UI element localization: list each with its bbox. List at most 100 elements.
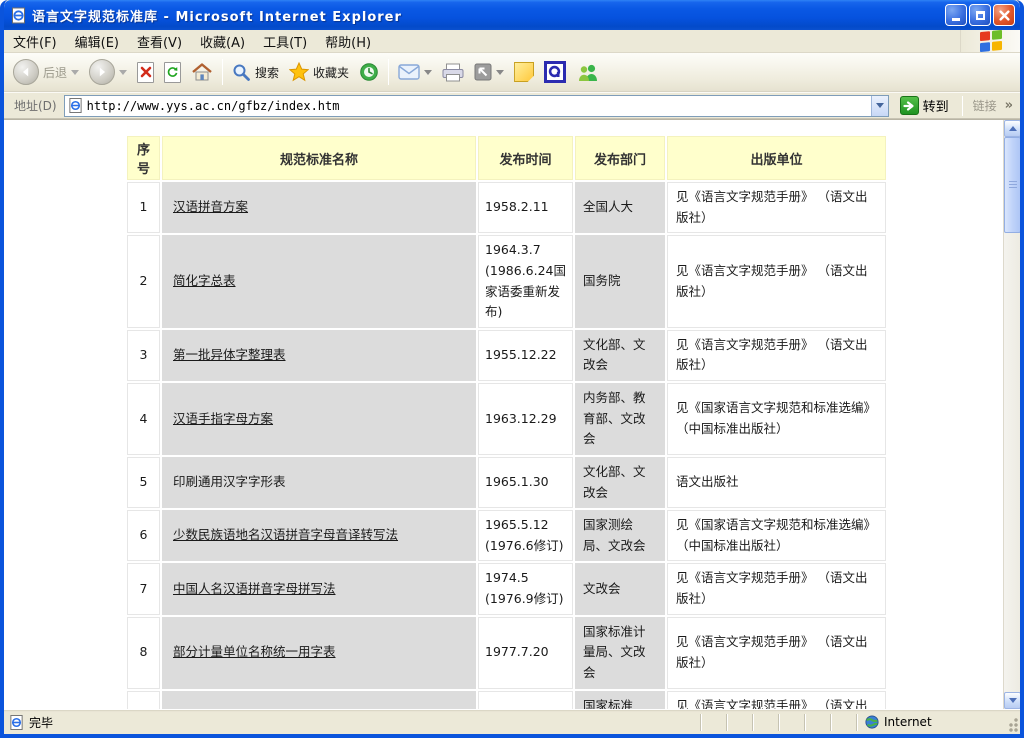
cell-dept: 国家标准计量局、文改会 — [575, 617, 665, 689]
cell-name: 印刷通用汉字字形表 — [162, 457, 476, 508]
cell-publisher: 见《语言文字规范手册》 （语文出版社） — [667, 182, 886, 233]
cell-date: 1982.8.17 — [478, 691, 573, 710]
page-favicon-icon — [68, 98, 83, 113]
cell-dept: 国家测绘局、文改会 — [575, 510, 665, 561]
vertical-scrollbar[interactable] — [1003, 120, 1020, 709]
standard-link[interactable]: 中国人名汉语拼音字母拼写法 — [173, 581, 336, 596]
links-label[interactable]: 链接 — [965, 97, 1005, 114]
web-page: 序号 规范标准名称 发布时间 发布部门 出版单位 1汉语拼音方案1958.2.1… — [4, 120, 1003, 709]
cell-name: 汉语拼音方案 — [162, 182, 476, 233]
cell-no: 8 — [127, 617, 160, 689]
minimize-button[interactable] — [945, 4, 967, 26]
standard-link[interactable]: 部分计量单位名称统一用字表 — [173, 644, 336, 659]
address-label: 地址(D) — [7, 97, 64, 114]
table-row: 9 汉语拼音字母名称读音 1982.8.17国家标准局、文改会见《语言文字规范手册》… — [127, 691, 886, 710]
cell-no: 9 — [127, 691, 160, 710]
history-button[interactable] — [354, 59, 384, 85]
table-row: 4汉语手指字母方案1963.12.29内务部、教育部、文改会见《国家语言文字规范… — [127, 383, 886, 455]
menu-favorites[interactable]: 收藏(A) — [191, 30, 254, 52]
cell-dept: 文改会 — [575, 563, 665, 614]
standard-link[interactable]: 少数民族语地名汉语拼音字母音译转写法 — [173, 527, 398, 542]
address-dropdown-button[interactable] — [871, 96, 888, 116]
history-icon — [359, 62, 379, 82]
cell-date: 1977.7.20 — [478, 617, 573, 689]
edit-button[interactable] — [469, 60, 509, 84]
header-date: 发布时间 — [478, 136, 573, 180]
search-icon — [232, 63, 251, 82]
standard-link[interactable]: 汉语拼音方案 — [173, 199, 248, 214]
cell-name: 汉语手指字母方案 — [162, 383, 476, 455]
cell-publisher: 见《语言文字规范手册》 （语文出版社） — [667, 691, 886, 710]
search-button[interactable]: 搜索 — [227, 60, 284, 85]
cell-date: 1964.3.7 (1986.6.24国家语委重新发布) — [478, 235, 573, 328]
scroll-down-button[interactable] — [1004, 692, 1020, 709]
stop-button[interactable] — [132, 59, 159, 86]
cell-dept: 内务部、教育部、文改会 — [575, 383, 665, 455]
cell-name: 部分计量单位名称统一用字表 — [162, 617, 476, 689]
refresh-button[interactable] — [159, 59, 186, 86]
standard-link[interactable]: 汉语手指字母方案 — [173, 411, 273, 426]
favorites-button[interactable]: 收藏夹 — [284, 59, 354, 85]
cell-date: 1955.12.22 — [478, 330, 573, 381]
close-button[interactable] — [993, 4, 1015, 26]
cell-dept: 国家标准局、文改会 — [575, 691, 665, 710]
standard-link[interactable]: 汉语拼音字母名称读音 — [173, 708, 298, 709]
mail-icon — [398, 64, 420, 80]
scroll-up-button[interactable] — [1004, 120, 1020, 137]
status-pane — [778, 714, 804, 731]
address-input[interactable]: http://www.yys.ac.cn/gfbz/index.htm — [64, 95, 889, 117]
notes-button[interactable] — [509, 59, 539, 85]
cell-name: 汉语拼音字母名称读音 — [162, 691, 476, 710]
standard-link[interactable]: 简化字总表 — [173, 273, 236, 288]
status-text: 完毕 — [29, 714, 53, 731]
sticky-note-icon — [514, 62, 534, 82]
cell-publisher: 见《语言文字规范手册》 （语文出版社） — [667, 617, 886, 689]
table-header-row: 序号 规范标准名称 发布时间 发布部门 出版单位 — [127, 136, 886, 180]
go-button[interactable]: 转到 — [894, 95, 955, 116]
scroll-down-icon — [1009, 698, 1017, 703]
forward-button[interactable] — [84, 56, 132, 88]
zone-text: Internet — [884, 715, 932, 729]
messenger-people-icon — [576, 63, 600, 82]
search-label: 搜索 — [255, 64, 279, 81]
minimize-icon — [952, 18, 960, 21]
menu-tools[interactable]: 工具(T) — [254, 30, 316, 52]
status-left: 完毕 — [4, 714, 700, 731]
status-page-icon — [9, 715, 24, 730]
windows-flag-icon — [980, 30, 1002, 52]
home-icon — [191, 63, 213, 81]
scroll-up-icon — [1009, 126, 1017, 131]
edit-window-icon — [474, 63, 492, 81]
security-zone-pane: Internet — [856, 714, 1006, 731]
cell-name: 少数民族语地名汉语拼音字母音译转写法 — [162, 510, 476, 561]
maximize-icon — [976, 11, 985, 20]
menu-edit[interactable]: 编辑(E) — [66, 30, 128, 52]
menu-help[interactable]: 帮助(H) — [316, 30, 380, 52]
table-row: 6少数民族语地名汉语拼音字母音译转写法1965.5.12 (1976.6修订)国… — [127, 510, 886, 561]
back-button[interactable]: 后退 — [8, 56, 84, 88]
links-separator — [962, 96, 963, 116]
messenger-button[interactable] — [571, 60, 605, 85]
windows-logo-box — [960, 30, 1020, 52]
home-button[interactable] — [186, 60, 218, 84]
standard-link[interactable]: 第一批异体字整理表 — [173, 347, 286, 362]
go-arrow-icon — [900, 96, 919, 115]
edit-dropdown-icon — [496, 70, 504, 75]
resize-grip[interactable] — [1006, 714, 1020, 734]
menu-view[interactable]: 查看(V) — [128, 30, 191, 52]
thumb-grip-icon — [1009, 181, 1017, 189]
maximize-button[interactable] — [969, 4, 991, 26]
q-tool-button[interactable] — [539, 58, 571, 86]
cell-dept: 国务院 — [575, 235, 665, 328]
cell-dept: 文化部、文改会 — [575, 457, 665, 508]
mail-button[interactable] — [393, 61, 437, 83]
header-dept: 发布部门 — [575, 136, 665, 180]
menu-file[interactable]: 文件(F) — [4, 30, 66, 52]
print-button[interactable] — [437, 60, 469, 85]
header-name: 规范标准名称 — [162, 136, 476, 180]
back-dropdown-icon — [71, 70, 79, 75]
scrollbar-thumb[interactable] — [1004, 137, 1020, 233]
cell-dept: 文化部、文改会 — [575, 330, 665, 381]
print-icon — [442, 63, 464, 82]
chevron-double-icon[interactable]: » — [1005, 98, 1017, 113]
